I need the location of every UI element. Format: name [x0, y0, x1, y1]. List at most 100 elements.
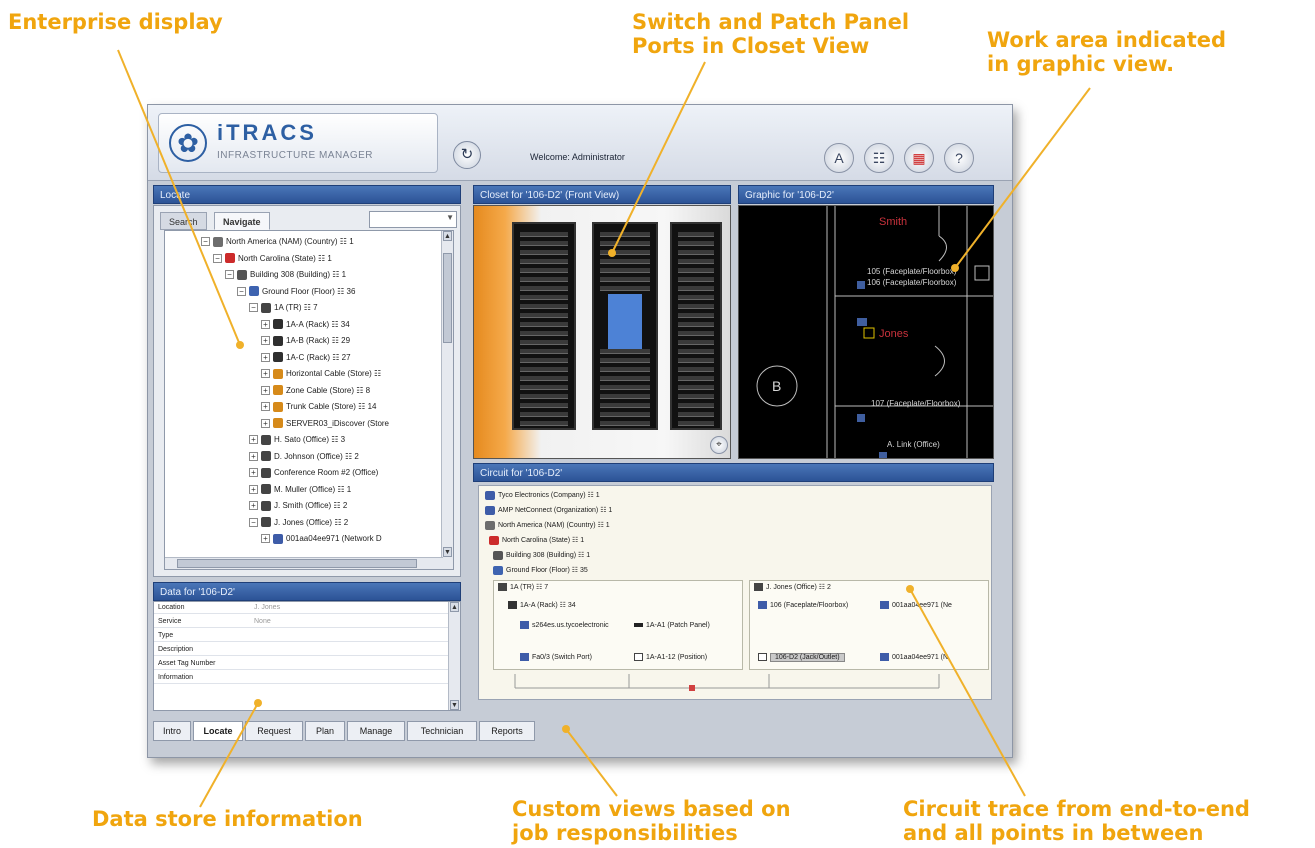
rack-unit[interactable]: [520, 259, 568, 264]
rack-unit[interactable]: [678, 403, 714, 408]
expand-icon[interactable]: +: [249, 501, 258, 511]
rack-unit[interactable]: [678, 412, 714, 417]
closet-zoom-button[interactable]: ⌖: [710, 436, 728, 454]
expand-icon[interactable]: +: [261, 369, 270, 379]
tree-item[interactable]: − Building 308 (Building) ☷ 1: [225, 268, 346, 282]
data-row[interactable]: Location J. Jones: [154, 602, 448, 614]
scroll-up-icon[interactable]: ▲: [443, 231, 452, 241]
expand-icon[interactable]: +: [261, 385, 270, 395]
rack-unit[interactable]: [600, 367, 650, 372]
tree-item[interactable]: − North Carolina (State) ☷ 1: [213, 252, 332, 266]
navigate-dropdown[interactable]: ▼: [369, 211, 457, 228]
graphic-view[interactable]: Smith 105 (Faceplate/Floorbox) 106 (Face…: [738, 205, 994, 459]
tree-item[interactable]: +1A-C (Rack) ☷ 27: [261, 351, 351, 365]
data-row[interactable]: Description: [154, 644, 448, 656]
tree-item[interactable]: − J. Jones (Office) ☷ 2: [249, 516, 348, 530]
tree-vertical-scrollbar[interactable]: ▲ ▼: [441, 231, 453, 569]
tab-navigate[interactable]: Navigate: [214, 212, 270, 230]
rack-unit[interactable]: [678, 250, 714, 255]
tab-manage[interactable]: Manage: [347, 721, 405, 741]
tab-search[interactable]: Search: [160, 212, 207, 230]
rack-unit[interactable]: [520, 241, 568, 246]
rack-unit[interactable]: [520, 268, 568, 273]
circuit-hierarchy-item[interactable]: Ground Floor (Floor) ☷ 35: [493, 565, 588, 577]
collapse-icon[interactable]: −: [249, 517, 258, 527]
rack-unit[interactable]: [520, 412, 568, 417]
circuit-jack[interactable]: 106-D2 (Jack/Outlet): [758, 651, 845, 665]
circuit-office[interactable]: J. Jones (Office) ☷ 2: [754, 581, 831, 595]
expand-icon[interactable]: +: [261, 336, 270, 346]
rack-unit[interactable]: [600, 349, 650, 354]
rack-unit[interactable]: [520, 421, 568, 426]
rack-unit[interactable]: [600, 286, 650, 291]
rack-unit[interactable]: [678, 295, 714, 300]
tree-item[interactable]: + J. Smith (Office) ☷ 2: [249, 499, 347, 513]
rack-unit[interactable]: [600, 358, 650, 363]
expand-icon[interactable]: +: [261, 534, 270, 544]
tree-item[interactable]: + SERVER03_iDiscover (Store: [261, 417, 389, 431]
rack-unit[interactable]: [600, 268, 650, 273]
tab-plan[interactable]: Plan: [305, 721, 345, 741]
tree-item[interactable]: +1A-A (Rack) ☷ 34: [261, 318, 350, 332]
rack-unit[interactable]: [600, 412, 650, 417]
rack-unit[interactable]: [600, 241, 650, 246]
collapse-icon[interactable]: −: [201, 237, 210, 247]
data-scroll-up-icon[interactable]: ▲: [450, 602, 459, 612]
data-row[interactable]: Type: [154, 630, 448, 642]
circuit-network-device-2[interactable]: 001aa04ee971 (N: [880, 651, 948, 665]
tree-item[interactable]: − North America (NAM) (Country) ☷ 1: [201, 235, 354, 249]
rack-unit[interactable]: [520, 385, 568, 390]
expand-icon[interactable]: +: [261, 402, 270, 412]
expand-icon[interactable]: +: [261, 418, 270, 428]
rack-unit[interactable]: [520, 394, 568, 399]
circuit-switch[interactable]: s264es.us.tycoelectronic: [520, 619, 609, 633]
rack-unit[interactable]: [678, 394, 714, 399]
rack-unit[interactable]: [600, 394, 650, 399]
rack-unit[interactable]: [600, 385, 650, 390]
rack-unit[interactable]: [678, 304, 714, 309]
collapse-icon[interactable]: −: [237, 286, 246, 296]
expand-icon[interactable]: +: [249, 468, 258, 478]
circuit-switch-port[interactable]: Fa0/3 (Switch Port): [520, 651, 592, 665]
circuit-rack[interactable]: 1A-A (Rack) ☷ 34: [508, 599, 576, 613]
hscroll-thumb[interactable]: [177, 559, 417, 568]
circuit-faceplate[interactable]: 106 (Faceplate/Floorbox): [758, 599, 848, 613]
rack-unit[interactable]: [678, 241, 714, 246]
collapse-icon[interactable]: −: [213, 253, 222, 263]
tree-item[interactable]: + D. Johnson (Office) ☷ 2: [249, 450, 359, 464]
circuit-tr[interactable]: 1A (TR) ☷ 7: [498, 581, 548, 595]
circuit-hierarchy-item[interactable]: AMP NetConnect (Organization) ☷ 1: [485, 505, 612, 517]
rack-unit[interactable]: [520, 349, 568, 354]
tab-locate[interactable]: Locate: [193, 721, 243, 741]
data-row[interactable]: Information: [154, 672, 448, 684]
rack-unit[interactable]: [520, 295, 568, 300]
tree-item[interactable]: − 1A (TR) ☷ 7: [249, 301, 318, 315]
rack-unit[interactable]: [520, 313, 568, 318]
tree-horizontal-scrollbar[interactable]: [165, 557, 443, 569]
expand-icon[interactable]: +: [261, 352, 270, 362]
rack-unit[interactable]: [600, 277, 650, 282]
tree-item[interactable]: + H. Sato (Office) ☷ 3: [249, 433, 345, 447]
rack-unit[interactable]: [600, 259, 650, 264]
data-row[interactable]: Service None: [154, 616, 448, 628]
rack-unit[interactable]: [678, 367, 714, 372]
expand-icon[interactable]: +: [249, 435, 258, 445]
data-scrollbar[interactable]: ▲ ▼: [448, 602, 460, 710]
rack-middle[interactable]: [592, 222, 658, 430]
rack-unit[interactable]: [678, 340, 714, 345]
rack-unit[interactable]: [520, 340, 568, 345]
rack-unit[interactable]: [678, 259, 714, 264]
circuit-hierarchy-item[interactable]: North Carolina (State) ☷ 1: [489, 535, 584, 547]
rack-right[interactable]: [670, 222, 722, 430]
rack-unit[interactable]: [678, 277, 714, 282]
rack-unit[interactable]: [678, 268, 714, 273]
rack-unit[interactable]: [600, 403, 650, 408]
rack-unit[interactable]: [600, 376, 650, 381]
circuit-network-device[interactable]: 001aa04ee971 (Ne: [880, 599, 952, 613]
tree-item[interactable]: − Ground Floor (Floor) ☷ 36: [237, 285, 355, 299]
tree-item[interactable]: + Conference Room #2 (Office): [249, 466, 378, 480]
report-button[interactable]: ▦: [904, 143, 934, 173]
expand-icon[interactable]: +: [249, 451, 258, 461]
collapse-icon[interactable]: −: [249, 303, 258, 313]
expand-icon[interactable]: +: [249, 484, 258, 494]
